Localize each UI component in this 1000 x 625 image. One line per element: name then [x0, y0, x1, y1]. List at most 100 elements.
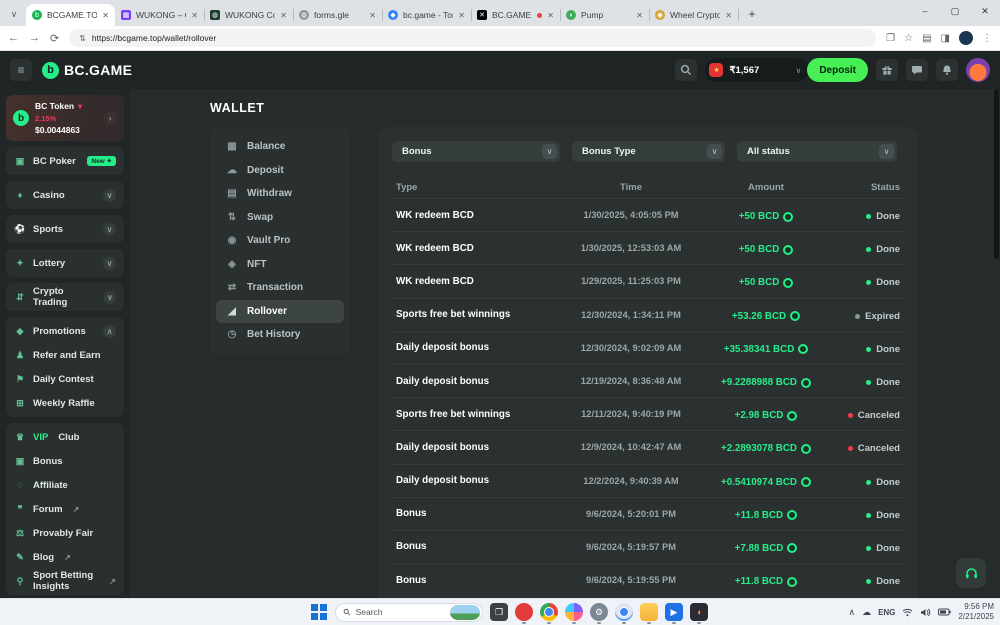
sidebar-item-refer-and-earn[interactable]: ♟Refer and Earn	[6, 343, 124, 367]
bell-icon[interactable]	[936, 59, 958, 81]
browser-tab[interactable]: ▦ WUKONG – Commu ✕	[115, 4, 204, 26]
browser-menu-icon[interactable]: ⋮	[982, 33, 992, 44]
volume-icon[interactable]	[920, 608, 931, 617]
taskbar-app-icon[interactable]	[515, 603, 533, 621]
tab-close-icon[interactable]: ✕	[280, 11, 287, 20]
start-button[interactable]	[310, 603, 328, 621]
sidebar-item-forum[interactable]: ❞Forum↗	[6, 497, 124, 521]
wallet-nav-item[interactable]: ◢ Rollover	[216, 300, 344, 324]
address-bar[interactable]: ⇅ https://bcgame.top/wallet/rollover	[69, 29, 876, 47]
forward-button[interactable]: →	[29, 32, 40, 44]
tab-close-icon[interactable]: ✕	[458, 11, 465, 20]
filter-dropdown[interactable]: Bonus Type ∨	[572, 141, 725, 162]
chevron-down-icon[interactable]: ∨	[104, 291, 116, 304]
sidebar-item-promotions[interactable]: ◆Promotions∧	[6, 319, 124, 343]
tray-expand-icon[interactable]: ∧	[848, 607, 855, 618]
tab-close-icon[interactable]: ✕	[636, 11, 643, 20]
browser-profile-avatar[interactable]	[959, 31, 973, 45]
chevron-down-icon[interactable]: ∨	[103, 223, 116, 236]
sidebar-item-blog[interactable]: ✎Blog↗	[6, 545, 124, 569]
tab-close-icon[interactable]: ✕	[191, 11, 198, 20]
gift-icon[interactable]	[876, 59, 898, 81]
table-row[interactable]: WK redeem BCD 1/30/2025, 4:05:05 PM +50 …	[392, 198, 904, 231]
page-scrollbar[interactable]	[994, 89, 999, 259]
wallet-extension-icon[interactable]: ▤	[922, 33, 931, 44]
filter-dropdown[interactable]: All status ∨	[737, 141, 897, 162]
wallet-nav-item[interactable]: ▤ Withdraw	[216, 182, 344, 206]
send-to-device-icon[interactable]: ❐	[886, 33, 895, 44]
sidebar-item-provably-fair[interactable]: ⚖Provably Fair	[6, 521, 124, 545]
tab-close-icon[interactable]: ✕	[102, 11, 109, 20]
deposit-button[interactable]: Deposit	[807, 58, 868, 82]
sidebar-item-crypto-trading[interactable]: ⇵Crypto Trading∨	[6, 285, 124, 309]
sidebar-item-casino[interactable]: ♦Casino∨	[6, 183, 124, 207]
wallet-nav-item[interactable]: ◉ Vault Pro	[216, 229, 344, 253]
bc-token-card[interactable]: b BC Token ▼ 2.15% $0.0044863 ›	[6, 95, 124, 141]
browser-tab[interactable]: ◗ Pump ✕	[560, 4, 649, 26]
search-icon[interactable]	[675, 59, 697, 81]
chevron-up-icon[interactable]: ∧	[103, 325, 116, 338]
chevron-down-icon[interactable]: ∨	[103, 189, 116, 202]
tab-close-icon[interactable]: ✕	[369, 11, 376, 20]
chevron-right-icon[interactable]: ›	[103, 111, 117, 125]
new-tab-button[interactable]: +	[744, 6, 760, 22]
reload-button[interactable]: ⟳	[50, 32, 59, 45]
table-row[interactable]: Sports free bet winnings 12/11/2024, 9:4…	[392, 397, 904, 430]
browser-tab[interactable]: ◆ bc.game - Tonviewer ✕	[382, 4, 471, 26]
wallet-nav-item[interactable]: ◷ Bet History	[216, 323, 344, 347]
browser-tab[interactable]: ✕ BC.GAME on X: * ✕	[471, 4, 560, 26]
table-row[interactable]: Daily deposit bonus 12/2/2024, 9:40:39 A…	[392, 464, 904, 497]
bookmark-star-icon[interactable]: ☆	[904, 33, 913, 44]
table-row[interactable]: Bonus 9/6/2024, 5:19:57 PM +7.88 BCD Don…	[392, 530, 904, 563]
taskbar-app-icon[interactable]	[565, 603, 583, 621]
chevron-down-icon[interactable]: ∨	[103, 257, 116, 270]
taskbar-app-icon[interactable]: ▶	[665, 603, 683, 621]
table-row[interactable]: Sports free bet winnings 12/30/2024, 1:3…	[392, 298, 904, 331]
window-close-button[interactable]: ✕	[970, 0, 1000, 17]
sidebar-item-lottery[interactable]: ✦Lottery∨	[6, 251, 124, 275]
window-maximize-button[interactable]: ▢	[940, 0, 970, 17]
table-row[interactable]: WK redeem BCD 1/30/2025, 12:53:03 AM +50…	[392, 231, 904, 264]
browser-tab[interactable]: ◉ Wheel Crypto Casin ✕	[649, 4, 738, 26]
bcgame-logo[interactable]: b BC.GAME	[42, 62, 132, 79]
browser-tab[interactable]: ◍ WUKONG Communi ✕	[204, 4, 293, 26]
wallet-nav-item[interactable]: ⇅ Swap	[216, 206, 344, 230]
sidebar-item-weekly-raffle[interactable]: ⊞Weekly Raffle	[6, 391, 124, 415]
sidebar-item-sport-betting-insights[interactable]: ⚲Sport Betting Insights↗	[6, 569, 124, 593]
table-row[interactable]: Bonus 9/6/2024, 5:19:55 PM +11.8 BCD Don…	[392, 563, 904, 596]
sidebar-item-bc-poker[interactable]: ▣BC PokerNew ✦	[6, 149, 124, 173]
wallet-nav-item[interactable]: ▦ Balance	[216, 135, 344, 159]
table-row[interactable]: Daily deposit bonus 12/30/2024, 9:02:09 …	[392, 331, 904, 364]
wallet-nav-item[interactable]: ◈ NFT	[216, 253, 344, 277]
taskbar-app-icon[interactable]	[540, 603, 558, 621]
site-info-icon[interactable]: ⇅	[79, 34, 86, 43]
taskbar-app-icon[interactable]: ❐	[490, 603, 508, 621]
user-avatar[interactable]	[966, 58, 990, 82]
window-minimize-button[interactable]: –	[910, 0, 940, 16]
taskbar-app-icon[interactable]: ◖	[690, 603, 708, 621]
sidebar-item-club[interactable]: ♛VIPClub	[6, 425, 124, 449]
sidebar-item-sports[interactable]: ⚽Sports∨	[6, 217, 124, 241]
language-indicator[interactable]: ENG	[878, 608, 895, 617]
sidebar-item-bonus[interactable]: ▣Bonus	[6, 449, 124, 473]
wallet-nav-item[interactable]: ⇄ Transaction	[216, 276, 344, 300]
table-row[interactable]: Bonus 9/6/2024, 5:20:01 PM +11.8 BCD Don…	[392, 497, 904, 530]
tab-close-icon[interactable]: ✕	[725, 11, 732, 20]
tab-search-chevron-icon[interactable]: ∨	[6, 6, 22, 22]
taskbar-app-icon[interactable]	[640, 603, 658, 621]
browser-tab[interactable]: b BCGAME.TOP: Crypt ✕	[26, 4, 115, 26]
filter-dropdown[interactable]: Bonus ∨	[392, 141, 560, 162]
sidebar-item-affiliate[interactable]: ◌Affiliate	[6, 473, 124, 497]
extensions-icon[interactable]: ◨	[941, 33, 950, 44]
sidebar-item-daily-contest[interactable]: ⚑Daily Contest	[6, 367, 124, 391]
table-row[interactable]: WK redeem BCD 1/29/2025, 11:25:03 PM +50…	[392, 264, 904, 297]
table-row[interactable]: Daily deposit bonus 12/9/2024, 10:42:47 …	[392, 430, 904, 463]
table-row[interactable]: Daily deposit bonus 12/19/2024, 8:36:48 …	[392, 364, 904, 397]
taskbar-app-icon[interactable]	[615, 603, 633, 621]
back-button[interactable]: ←	[8, 32, 19, 44]
wallet-nav-item[interactable]: ☁ Deposit	[216, 159, 344, 183]
taskbar-search[interactable]: ⚲ Search	[335, 603, 483, 622]
menu-icon[interactable]: ≡	[10, 59, 32, 81]
taskbar-app-icon[interactable]: ⚙	[590, 603, 608, 621]
balance-selector[interactable]: ★ ₹1,567 ∨	[705, 58, 809, 82]
